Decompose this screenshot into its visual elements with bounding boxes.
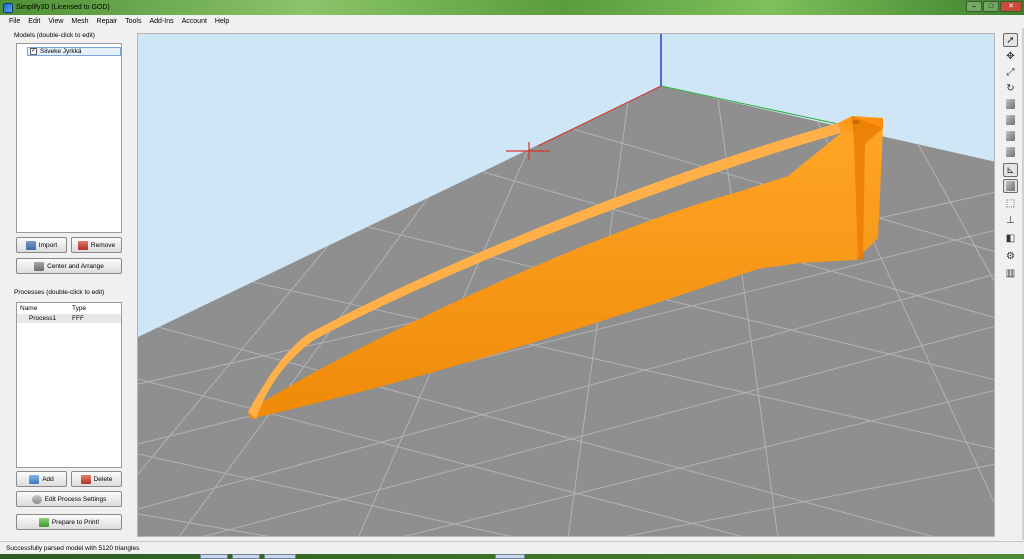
title-bar: Simplify3D (Licensed to GOD) – □ ✕ xyxy=(0,0,1024,15)
3d-viewport[interactable] xyxy=(137,33,995,537)
status-bar: Successfully parsed model with 5120 tria… xyxy=(0,541,1024,554)
window-title: Simplify3D (Licensed to GOD) xyxy=(16,4,110,11)
menu-add-ins[interactable]: Add-Ins xyxy=(145,18,177,25)
app-logo-icon xyxy=(3,2,13,13)
move-icon[interactable]: ✥ xyxy=(1003,49,1018,63)
maximize-button[interactable]: □ xyxy=(983,1,999,12)
taskbar-item[interactable] xyxy=(200,554,228,559)
wireframe-cube-icon[interactable]: ⬚ xyxy=(1003,196,1018,210)
view-front-icon[interactable] xyxy=(1003,97,1018,111)
models-list[interactable]: ✓ Siiveke Jyrkkä xyxy=(16,43,122,233)
menu-edit[interactable]: Edit xyxy=(24,18,44,25)
delete-icon xyxy=(80,474,91,484)
scale-icon[interactable]: ⤢ xyxy=(1003,65,1018,79)
menu-tools[interactable]: Tools xyxy=(121,18,145,25)
list-item[interactable]: ✓ Siiveke Jyrkkä xyxy=(27,47,121,56)
view-left-icon[interactable] xyxy=(1003,129,1018,143)
delete-process-button[interactable]: Delete xyxy=(71,471,122,487)
normals-icon[interactable]: ⊥ xyxy=(1003,213,1018,227)
add-process-button[interactable]: Add xyxy=(16,471,67,487)
settings-gear-icon xyxy=(31,494,42,504)
process-type: FFF xyxy=(72,315,84,322)
remove-button[interactable]: Remove xyxy=(71,237,122,253)
menu-help[interactable]: Help xyxy=(211,18,233,25)
add-icon xyxy=(29,474,40,484)
view-right-icon[interactable] xyxy=(1003,145,1018,159)
gear-icon[interactable]: ⚙ xyxy=(1003,249,1018,263)
edit-process-settings-button[interactable]: Edit Process Settings xyxy=(16,491,122,507)
import-button[interactable]: Import xyxy=(16,237,67,253)
menu-repair[interactable]: Repair xyxy=(93,18,122,25)
select-icon[interactable]: ➚ xyxy=(1003,33,1018,47)
processes-list[interactable]: Name Type Process1 FFF xyxy=(16,302,122,468)
view-toolbar: ➚ ✥ ⤢ ↻ ⊾ ⬚ ⊥ ◧ ⚙ ▥ xyxy=(1000,33,1022,293)
model-visibility-checkbox[interactable]: ✓ xyxy=(30,48,37,55)
build-plate-scene[interactable] xyxy=(138,34,995,537)
menu-view[interactable]: View xyxy=(44,18,67,25)
rotate-icon[interactable]: ↻ xyxy=(1003,81,1018,95)
column-type-header: Type xyxy=(72,304,87,312)
shaded-cube-icon[interactable] xyxy=(1003,179,1018,193)
taskbar-item[interactable] xyxy=(232,554,260,559)
axes-icon[interactable]: ⊾ xyxy=(1003,163,1018,177)
remove-icon xyxy=(77,240,88,250)
app-window: Simplify3D (Licensed to GOD) – □ ✕ File … xyxy=(0,0,1024,556)
model-name: Siiveke Jyrkkä xyxy=(40,48,82,55)
models-label: Models (double-click to edit) xyxy=(14,32,95,39)
minimize-button[interactable]: – xyxy=(966,1,982,12)
taskbar-item[interactable] xyxy=(495,554,525,559)
print-icon xyxy=(38,517,49,527)
center-and-arrange-button[interactable]: Center and Arrange xyxy=(16,258,122,274)
import-icon xyxy=(25,240,36,250)
processes-label: Processes (double-click to edit) xyxy=(14,289,105,296)
center-arrange-icon xyxy=(34,261,45,271)
cross-section-icon[interactable]: ◧ xyxy=(1003,231,1018,245)
taskbar xyxy=(0,554,1024,559)
status-message: Successfully parsed model with 5120 tria… xyxy=(6,544,140,552)
prepare-to-print-button[interactable]: Prepare to Print! xyxy=(16,514,122,530)
column-name-header: Name xyxy=(20,304,38,312)
left-panel: Models (double-click to edit) ✓ Siiveke … xyxy=(0,28,136,541)
view-top-icon[interactable] xyxy=(1003,113,1018,127)
menu-mesh[interactable]: Mesh xyxy=(67,18,92,25)
layers-icon[interactable]: ▥ xyxy=(1003,266,1018,280)
menu-file[interactable]: File xyxy=(5,18,24,25)
table-header: Name Type xyxy=(17,303,121,313)
menu-bar: File Edit View Mesh Repair Tools Add-Ins… xyxy=(0,15,1024,28)
close-button[interactable]: ✕ xyxy=(1000,1,1022,12)
menu-account[interactable]: Account xyxy=(178,18,211,25)
taskbar-item[interactable] xyxy=(264,554,296,559)
table-row[interactable]: Process1 FFF xyxy=(17,314,121,323)
process-name: Process1 xyxy=(29,315,57,322)
